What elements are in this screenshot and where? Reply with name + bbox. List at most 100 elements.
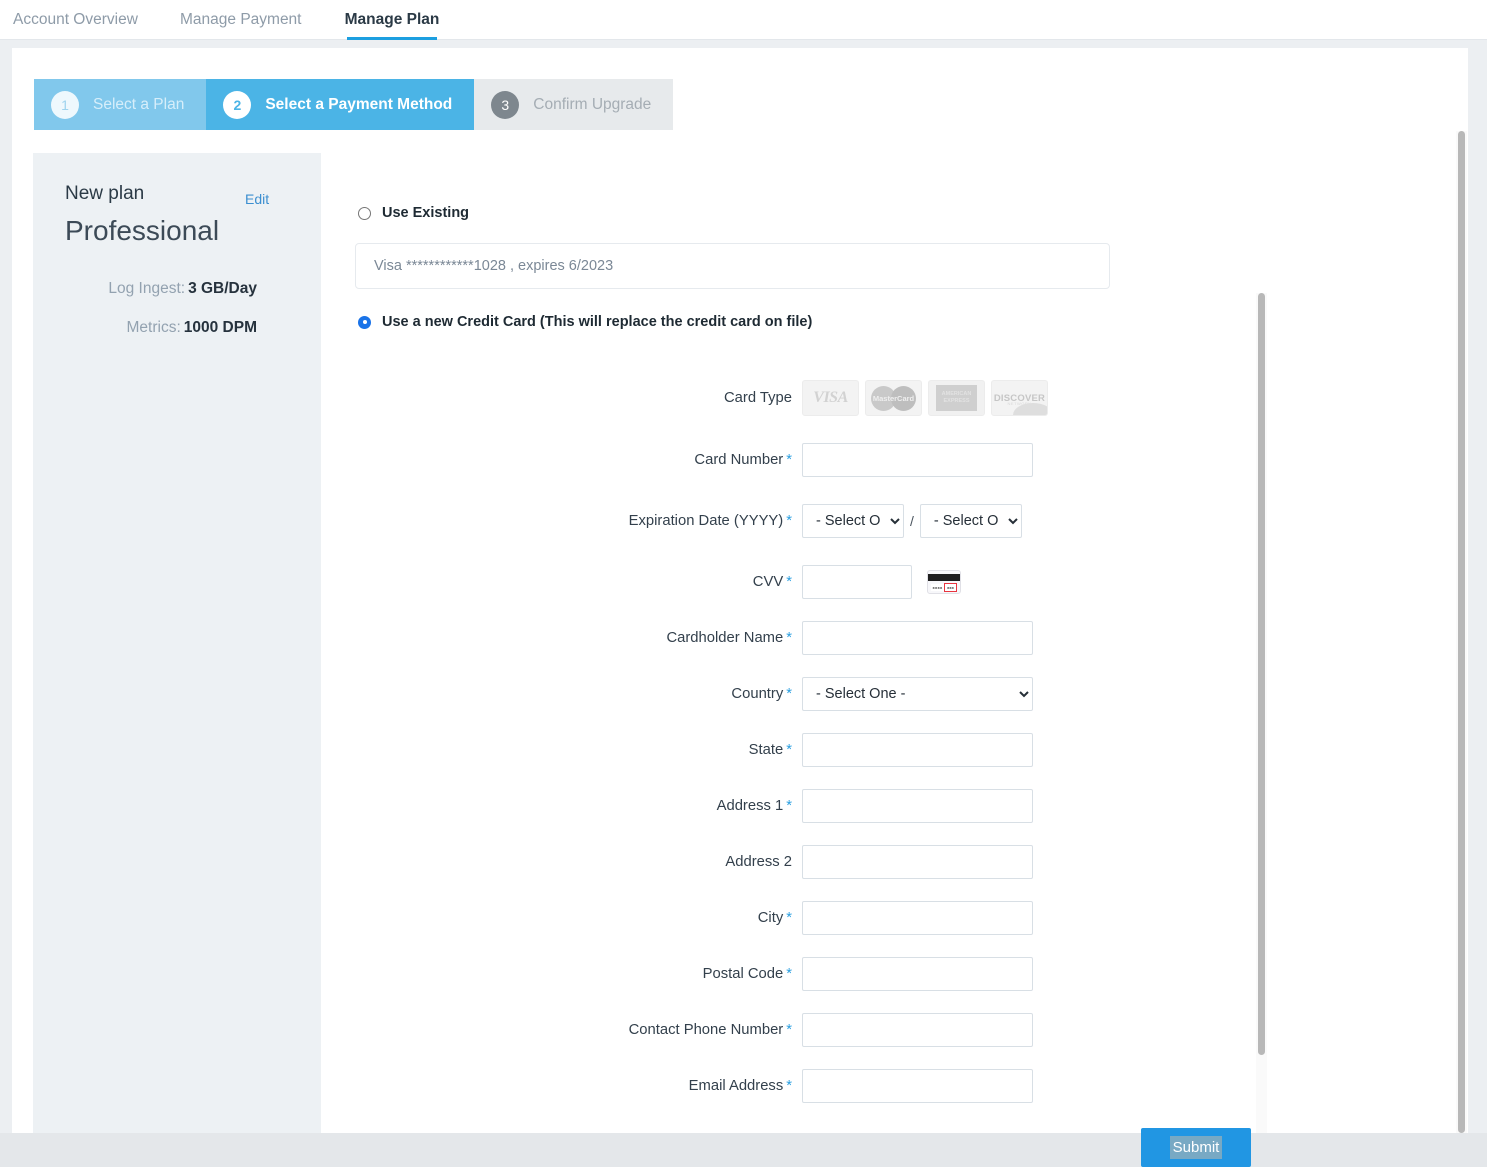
label-text: Cardholder Name [666, 630, 783, 646]
required-marker: * [786, 966, 792, 982]
field-row-card-number: Card Number* [337, 443, 1052, 477]
summary-heading: New plan [65, 183, 144, 205]
field-row-contact-phone: Contact Phone Number* [337, 1013, 1052, 1047]
state-input[interactable] [802, 733, 1033, 767]
cvv-hint-card-icon: xxxx xxx [927, 570, 961, 594]
field-label: Card Number* [337, 452, 802, 468]
label-text: Email Address [689, 1078, 784, 1094]
label-text: Address 1 [717, 798, 784, 814]
required-marker: * [786, 686, 792, 702]
existing-card-text: Visa ************1028 , expires 6/2023 [374, 258, 613, 274]
field-label: Cardholder Name* [337, 630, 802, 646]
label-text: Card Number [694, 452, 783, 468]
plan-name: Professional [65, 215, 219, 247]
contact-phone-input[interactable] [802, 1013, 1033, 1047]
email-address-input[interactable] [802, 1069, 1033, 1103]
submit-button-label: Submit [1170, 1136, 1223, 1159]
address2-input[interactable] [802, 845, 1033, 879]
summary-row-value: 1000 DPM [184, 319, 257, 336]
field-label: CVV* [337, 574, 802, 590]
field-row-city: City* [337, 901, 1052, 935]
field-row-expiration-date: Expiration Date (YYYY)* - Select On / - … [337, 504, 1052, 538]
payment-method-form: Use Existing Visa ************1028 , exp… [337, 153, 1267, 1133]
step-label: Select a Plan [93, 96, 184, 114]
field-label: Contact Phone Number* [337, 1022, 802, 1038]
amex-logo-box: AMERICAN EXPRESS [936, 385, 977, 411]
summary-row-key: Log Ingest: [108, 280, 185, 297]
cvv-input[interactable] [802, 565, 912, 599]
mastercard-logo-text: MasterCard [873, 394, 914, 403]
label-text: City [758, 910, 783, 926]
field-row-country: Country* - Select One - [337, 677, 1052, 711]
radio-use-new-credit-card[interactable]: Use a new Credit Card (This will replace… [358, 314, 812, 330]
label-text: Contact Phone Number [629, 1022, 784, 1038]
tab-label: Manage Payment [180, 11, 302, 29]
expiration-year-select[interactable]: - Select On [920, 504, 1022, 538]
field-label: State* [337, 742, 802, 758]
summary-row-key: Metrics: [127, 319, 181, 336]
card-magnetic-stripe [928, 574, 960, 581]
field-row-cardholder-name: Cardholder Name* [337, 621, 1052, 655]
field-label: City* [337, 910, 802, 926]
label-text: Card Type [724, 390, 792, 406]
inner-scrollbar-track[interactable] [1256, 293, 1267, 1133]
label-text: Address 2 [725, 854, 792, 870]
step-select-a-plan[interactable]: 1 Select a Plan [34, 79, 206, 130]
field-label: Address 1* [337, 798, 802, 814]
discover-logo-icon: DISCOVER NETWORK [991, 380, 1048, 416]
radio-circle-icon[interactable] [358, 207, 371, 220]
edit-plan-link[interactable]: Edit [245, 191, 269, 207]
visa-logo-text: VISA [813, 389, 847, 407]
field-label: Country* [337, 686, 802, 702]
tab-manage-payment[interactable]: Manage Payment [180, 0, 302, 40]
country-select[interactable]: - Select One - [802, 677, 1033, 711]
cvv-highlight-box: xxx [944, 583, 957, 592]
city-input[interactable] [802, 901, 1033, 935]
page-scrollbar-thumb[interactable] [1458, 131, 1465, 1133]
mastercard-logo-icon: MasterCard [865, 380, 922, 416]
step-number: 3 [491, 91, 519, 119]
label-text: CVV [753, 574, 783, 590]
radio-use-existing[interactable]: Use Existing [358, 205, 469, 221]
field-row-email-address: Email Address* [337, 1069, 1052, 1103]
existing-card-display[interactable]: Visa ************1028 , expires 6/2023 [355, 243, 1110, 289]
postal-code-input[interactable] [802, 957, 1033, 991]
label-text: Expiration Date (YYYY) [629, 513, 784, 529]
required-marker: * [786, 630, 792, 646]
new-plan-summary-panel: New plan Edit Professional Log Ingest:3 … [33, 153, 321, 1133]
field-label: Email Address* [337, 1078, 802, 1094]
tab-label: Manage Plan [345, 11, 440, 29]
label-text: State [749, 742, 784, 758]
required-marker: * [786, 798, 792, 814]
summary-row-log-ingest: Log Ingest:3 GB/Day [33, 280, 257, 298]
submit-button[interactable]: Submit [1141, 1128, 1251, 1167]
step-select-a-payment-method[interactable]: 2 Select a Payment Method [206, 79, 474, 130]
card-number-strip: xxxx [931, 584, 944, 591]
field-label: Address 2 [337, 854, 802, 870]
address1-input[interactable] [802, 789, 1033, 823]
required-marker: * [786, 452, 792, 468]
tab-account-overview[interactable]: Account Overview [13, 0, 138, 40]
required-marker: * [786, 513, 792, 529]
expiration-month-select[interactable]: - Select On [802, 504, 904, 538]
label-text: Country [731, 686, 783, 702]
field-row-address1: Address 1* [337, 789, 1052, 823]
main-content-panel: 1 Select a Plan 2 Select a Payment Metho… [12, 48, 1468, 1133]
field-row-cvv: CVV* xxxx xxx [337, 565, 1052, 599]
radio-label: Use Existing [382, 205, 469, 221]
required-marker: * [786, 1078, 792, 1094]
tab-manage-plan[interactable]: Manage Plan [347, 0, 437, 40]
discover-logo-subtext: NETWORK [992, 401, 1047, 406]
page-scrollbar-track[interactable] [1456, 131, 1467, 1133]
step-confirm-upgrade[interactable]: 3 Confirm Upgrade [474, 79, 673, 130]
field-label: Postal Code* [337, 966, 802, 982]
card-type-logo-group: VISA MasterCard AMERICAN EXPRESS DISCOVE… [802, 380, 1048, 416]
card-number-input[interactable] [802, 443, 1033, 477]
required-marker: * [786, 742, 792, 758]
step-label: Confirm Upgrade [533, 96, 651, 114]
cardholder-name-input[interactable] [802, 621, 1033, 655]
expiration-separator: / [910, 513, 914, 529]
radio-circle-icon[interactable] [358, 316, 371, 329]
inner-scrollbar-thumb[interactable] [1258, 293, 1265, 1055]
field-row-address2: Address 2 [337, 845, 1052, 879]
